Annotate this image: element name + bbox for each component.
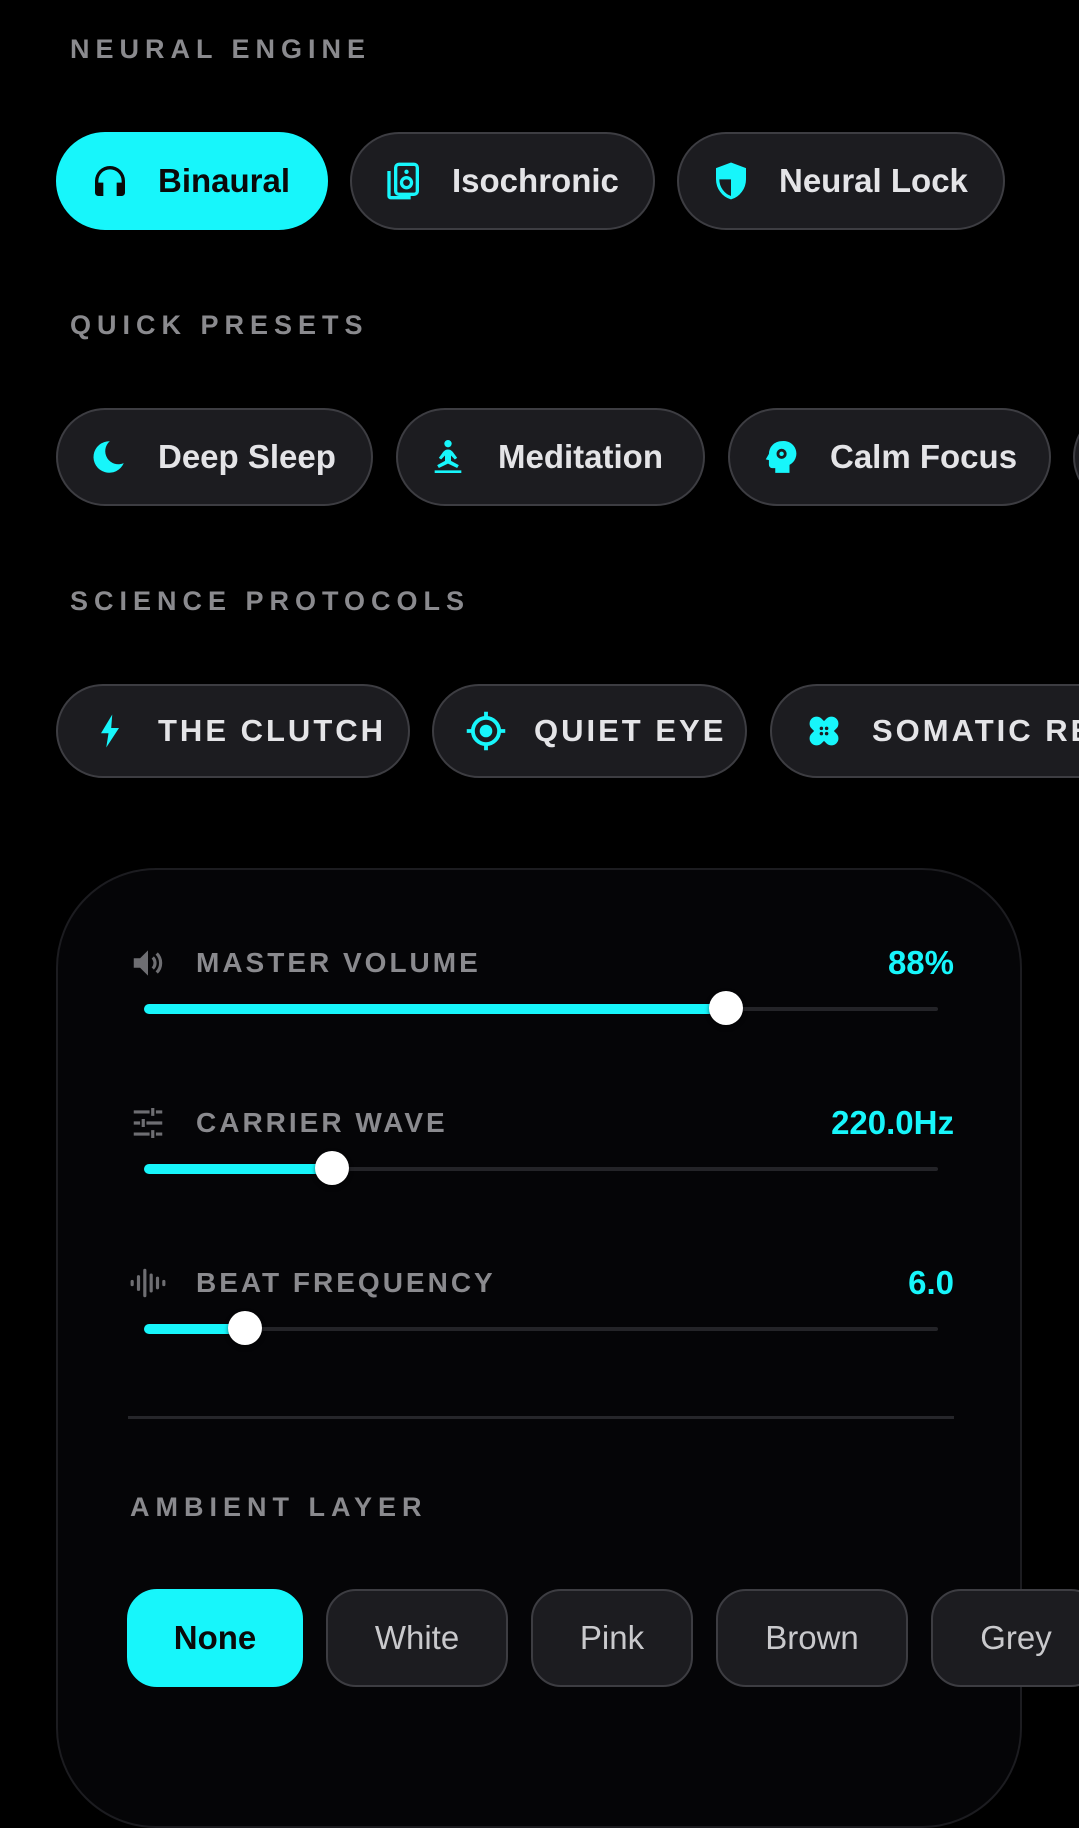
mode-label: Isochronic (452, 162, 619, 199)
science-protocols-label: SCIENCE PROTOCOLS (70, 586, 471, 616)
moon-icon (86, 435, 130, 479)
ambient-option-label: White (374, 1619, 460, 1656)
protocol-label: THE CLUTCH (158, 713, 387, 748)
master-volume-control: MASTER VOLUME 88% (128, 943, 954, 1053)
ambient-none-button[interactable]: None (127, 1589, 303, 1687)
neural-engine-modes: Binaural Isochronic Neural Lock (0, 132, 1079, 232)
quick-presets-label: QUICK PRESETS (70, 310, 369, 340)
protocol-label: SOMATIC RE (872, 713, 1079, 748)
bolt-icon (88, 709, 132, 753)
mode-binaural-button[interactable]: Binaural (56, 132, 328, 230)
speaker-icon (380, 157, 428, 205)
preset-label: Deep Sleep (158, 438, 336, 475)
master-volume-fill (144, 1004, 726, 1014)
ambient-option-label: Pink (579, 1619, 645, 1656)
carrier-wave-fill (144, 1164, 333, 1174)
preset-meditation-button[interactable]: Meditation (396, 408, 705, 506)
ambient-grey-button[interactable]: Grey (931, 1589, 1079, 1687)
bandage-icon (802, 709, 846, 753)
ambient-pink-button[interactable]: Pink (531, 1589, 693, 1687)
ambient-brown-button[interactable]: Brown (716, 1589, 908, 1687)
protocol-quiet-eye-button[interactable]: QUIET EYE (432, 684, 747, 778)
sliders-icon (128, 1103, 168, 1143)
beat-frequency-value: 6.0 (908, 1264, 954, 1301)
preset-next-button-partial[interactable] (1073, 408, 1079, 506)
master-volume-value: 88% (887, 944, 954, 981)
mode-label: Neural Lock (779, 162, 968, 199)
master-volume-slider[interactable] (144, 991, 938, 1025)
carrier-wave-control: CARRIER WAVE 220.0Hz (128, 1103, 954, 1213)
panel-divider (128, 1416, 954, 1419)
science-protocols-row: THE CLUTCH QUIET EYE SOMATIC RE (0, 684, 1079, 784)
master-volume-thumb[interactable] (709, 991, 743, 1025)
master-volume-label: MASTER VOLUME (196, 947, 481, 978)
ambient-option-label: Grey (980, 1619, 1052, 1656)
preset-calm-focus-button[interactable]: Calm Focus (728, 408, 1051, 506)
neural-engine-label: NEURAL ENGINE (70, 34, 372, 64)
mode-isochronic-button[interactable]: Isochronic (350, 132, 655, 230)
beat-frequency-slider[interactable] (144, 1311, 938, 1345)
shield-icon (707, 157, 755, 205)
head-gear-icon (758, 435, 802, 479)
target-icon (464, 709, 508, 753)
carrier-wave-slider[interactable] (144, 1151, 938, 1185)
mode-neural-lock-button[interactable]: Neural Lock (677, 132, 1005, 230)
preset-label: Meditation (498, 438, 663, 475)
beat-frequency-label: BEAT FREQUENCY (196, 1267, 496, 1298)
beat-frequency-thumb[interactable] (227, 1311, 262, 1345)
ambient-layer-label: AMBIENT LAYER (130, 1492, 428, 1522)
carrier-wave-thumb[interactable] (315, 1151, 350, 1185)
protocol-somatic-button[interactable]: SOMATIC RE (770, 684, 1079, 778)
preset-label: Calm Focus (830, 438, 1018, 475)
volume-icon (128, 943, 168, 983)
beat-frequency-control: BEAT FREQUENCY 6.0 (128, 1263, 954, 1373)
ambient-layer-options: None White Pink Brown Grey (0, 1589, 1079, 1689)
waveform-icon (128, 1263, 168, 1303)
ambient-white-button[interactable]: White (326, 1589, 508, 1687)
quick-presets-row: Deep Sleep Meditation Calm Focus (0, 408, 1079, 508)
ambient-option-label: Brown (765, 1619, 859, 1656)
ambient-option-label: None (173, 1619, 257, 1656)
preset-deep-sleep-button[interactable]: Deep Sleep (56, 408, 373, 506)
protocol-label: QUIET EYE (534, 713, 727, 748)
protocol-the-clutch-button[interactable]: THE CLUTCH (56, 684, 410, 778)
mode-label: Binaural (158, 162, 291, 199)
carrier-wave-label: CARRIER WAVE (196, 1107, 448, 1138)
headphones-icon (86, 157, 134, 205)
meditation-icon (426, 435, 470, 479)
carrier-wave-value: 220.0Hz (831, 1104, 954, 1141)
